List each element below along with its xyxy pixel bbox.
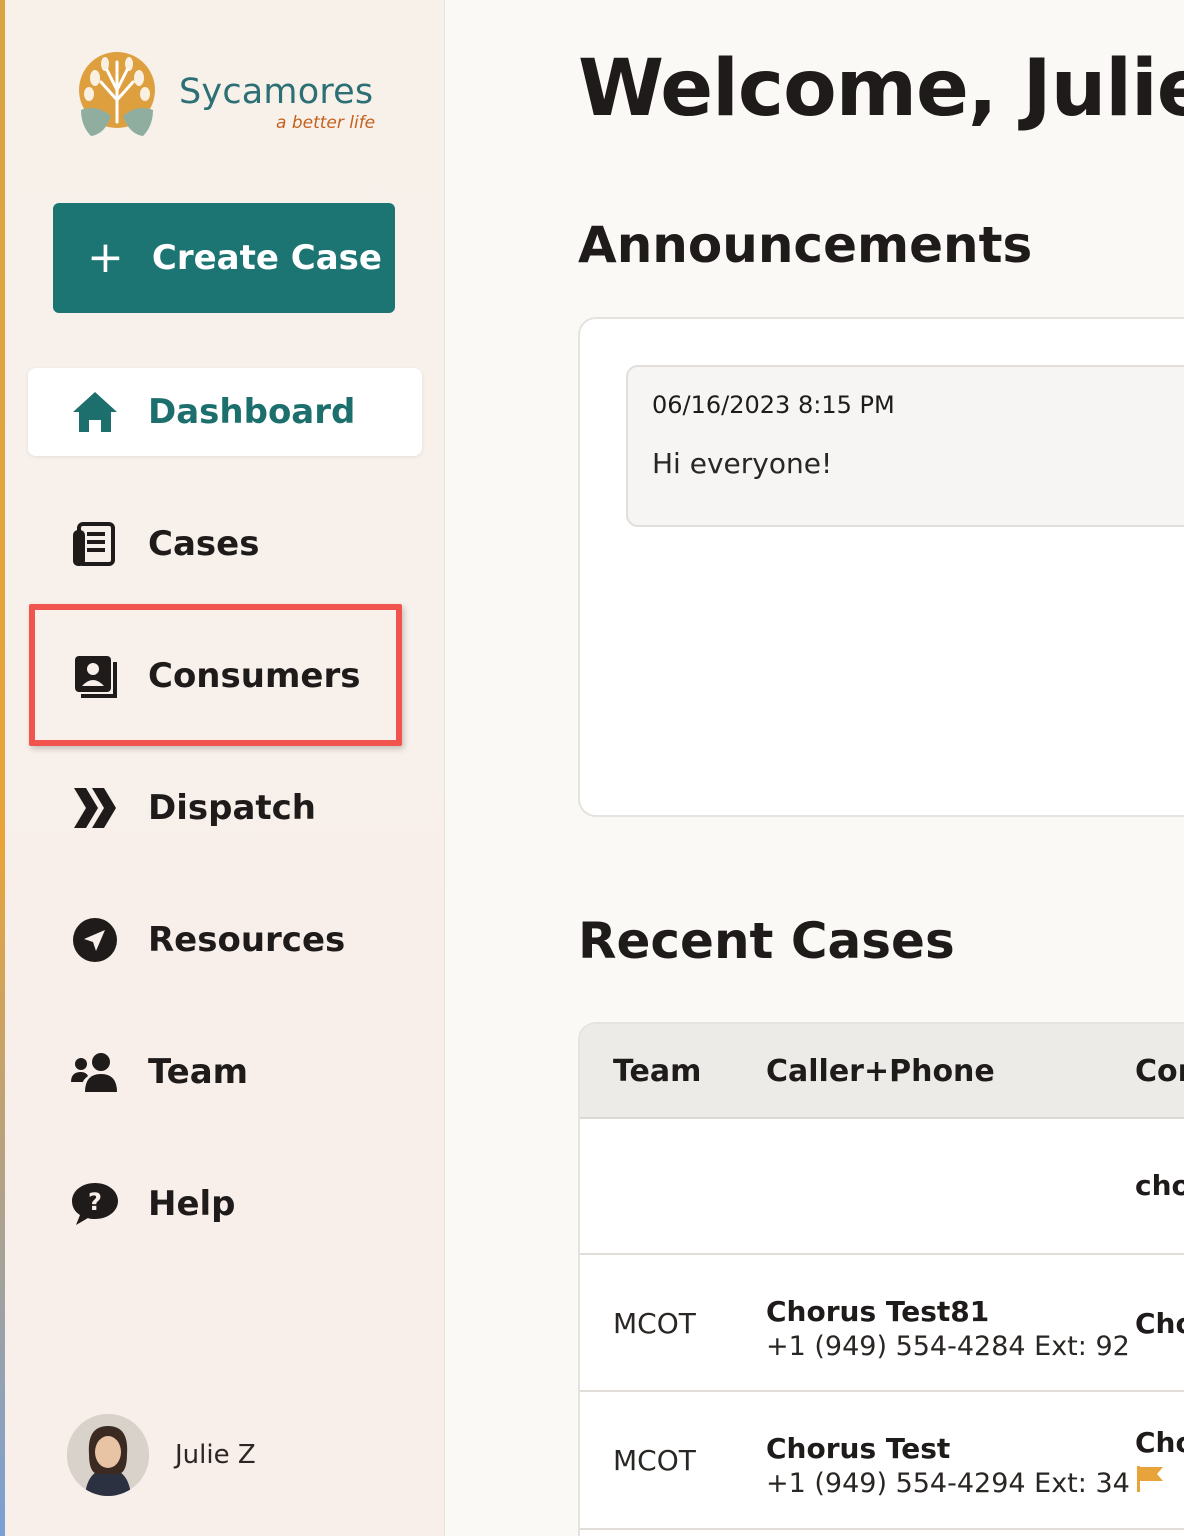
sidebar-item-label: Dashboard [148, 392, 356, 432]
recent-cases-table: Team Caller+Phone Cor cho MCOT Chorus Te… [578, 1022, 1184, 1536]
sidebar-item-label: Consumers [148, 656, 361, 696]
team-cell: MCOT [613, 1307, 696, 1340]
avatar [67, 1414, 149, 1496]
sidebar-item-help[interactable]: ? Help [28, 1160, 422, 1248]
sidebar-item-label: Help [148, 1184, 236, 1224]
table-header: Team Caller+Phone Cor [580, 1024, 1184, 1119]
navigation-arrow-icon [70, 915, 120, 965]
column-header-team[interactable]: Team [613, 1054, 701, 1089]
brand-name: Sycamores [179, 72, 374, 112]
announcement-item[interactable]: 06/16/2023 8:15 PM Hi everyone! [626, 365, 1184, 527]
sidebar: Sycamores a better life + Create Case Da… [5, 0, 445, 1536]
table-row[interactable]: MCOT Chorus Test +1 (949) 554-4294 Ext: … [580, 1392, 1184, 1530]
caller-phone: +1 (949) 554-4294 Ext: 34 [766, 1468, 1130, 1499]
table-row[interactable]: MCOT Chorus Test81 +1 (949) 554-4284 Ext… [580, 1255, 1184, 1392]
announcement-message: Hi everyone! [652, 447, 833, 480]
question-bubble-icon: ? [70, 1179, 120, 1229]
create-case-button[interactable]: + Create Case [53, 203, 395, 313]
announcement-date: 06/16/2023 8:15 PM [652, 391, 895, 419]
sidebar-item-resources[interactable]: Resources [28, 896, 422, 984]
column-header-consumer[interactable]: Cor [1135, 1054, 1184, 1089]
column-header-caller-phone[interactable]: Caller+Phone [766, 1054, 995, 1089]
consumer-cell: cho [1135, 1169, 1184, 1202]
users-icon [70, 1047, 120, 1097]
announcements-heading: Announcements [578, 216, 1033, 274]
recent-cases-heading: Recent Cases [578, 912, 955, 970]
create-case-label: Create Case [151, 238, 382, 278]
sidebar-item-label: Dispatch [148, 788, 317, 828]
sidebar-item-dispatch[interactable]: Dispatch [28, 764, 422, 852]
sidebar-item-label: Resources [148, 920, 346, 960]
svg-text:?: ? [88, 1188, 102, 1216]
brand-logo[interactable]: Sycamores a better life [71, 52, 391, 142]
table-row[interactable]: cho [580, 1117, 1184, 1255]
main-content: Welcome, Julie! Announcements 06/16/2023… [445, 0, 1184, 1536]
caller-phone: +1 (949) 554-4284 Ext: 92 [766, 1331, 1130, 1362]
sidebar-item-consumers[interactable]: Consumers [28, 632, 422, 720]
sidebar-item-cases[interactable]: Cases [28, 500, 422, 588]
home-icon [70, 387, 120, 437]
page-title: Welcome, Julie! [578, 44, 1184, 134]
sidebar-item-team[interactable]: Team [28, 1028, 422, 1116]
sidebar-item-label: Cases [148, 524, 260, 564]
caller-name: Chorus Test81 [766, 1295, 990, 1328]
document-icon [70, 519, 120, 569]
consumer-cell: Cho [1135, 1307, 1184, 1340]
caller-name: Chorus Test [766, 1432, 951, 1465]
sidebar-item-label: Team [148, 1052, 249, 1092]
user-profile[interactable]: Julie Z [67, 1414, 256, 1496]
team-cell: MCOT [613, 1444, 696, 1477]
consumer-cell: Cho [1135, 1426, 1184, 1459]
user-name: Julie Z [175, 1440, 256, 1470]
tree-logo-icon [79, 52, 155, 136]
brand-tagline: a better life [276, 113, 376, 133]
flag-icon [1135, 1464, 1167, 1498]
contact-book-icon [70, 651, 120, 701]
announcements-card: 06/16/2023 8:15 PM Hi everyone! [578, 317, 1184, 817]
sidebar-item-dashboard[interactable]: Dashboard [28, 368, 422, 456]
plus-icon: + [87, 232, 124, 283]
double-chevron-right-icon [70, 783, 120, 833]
